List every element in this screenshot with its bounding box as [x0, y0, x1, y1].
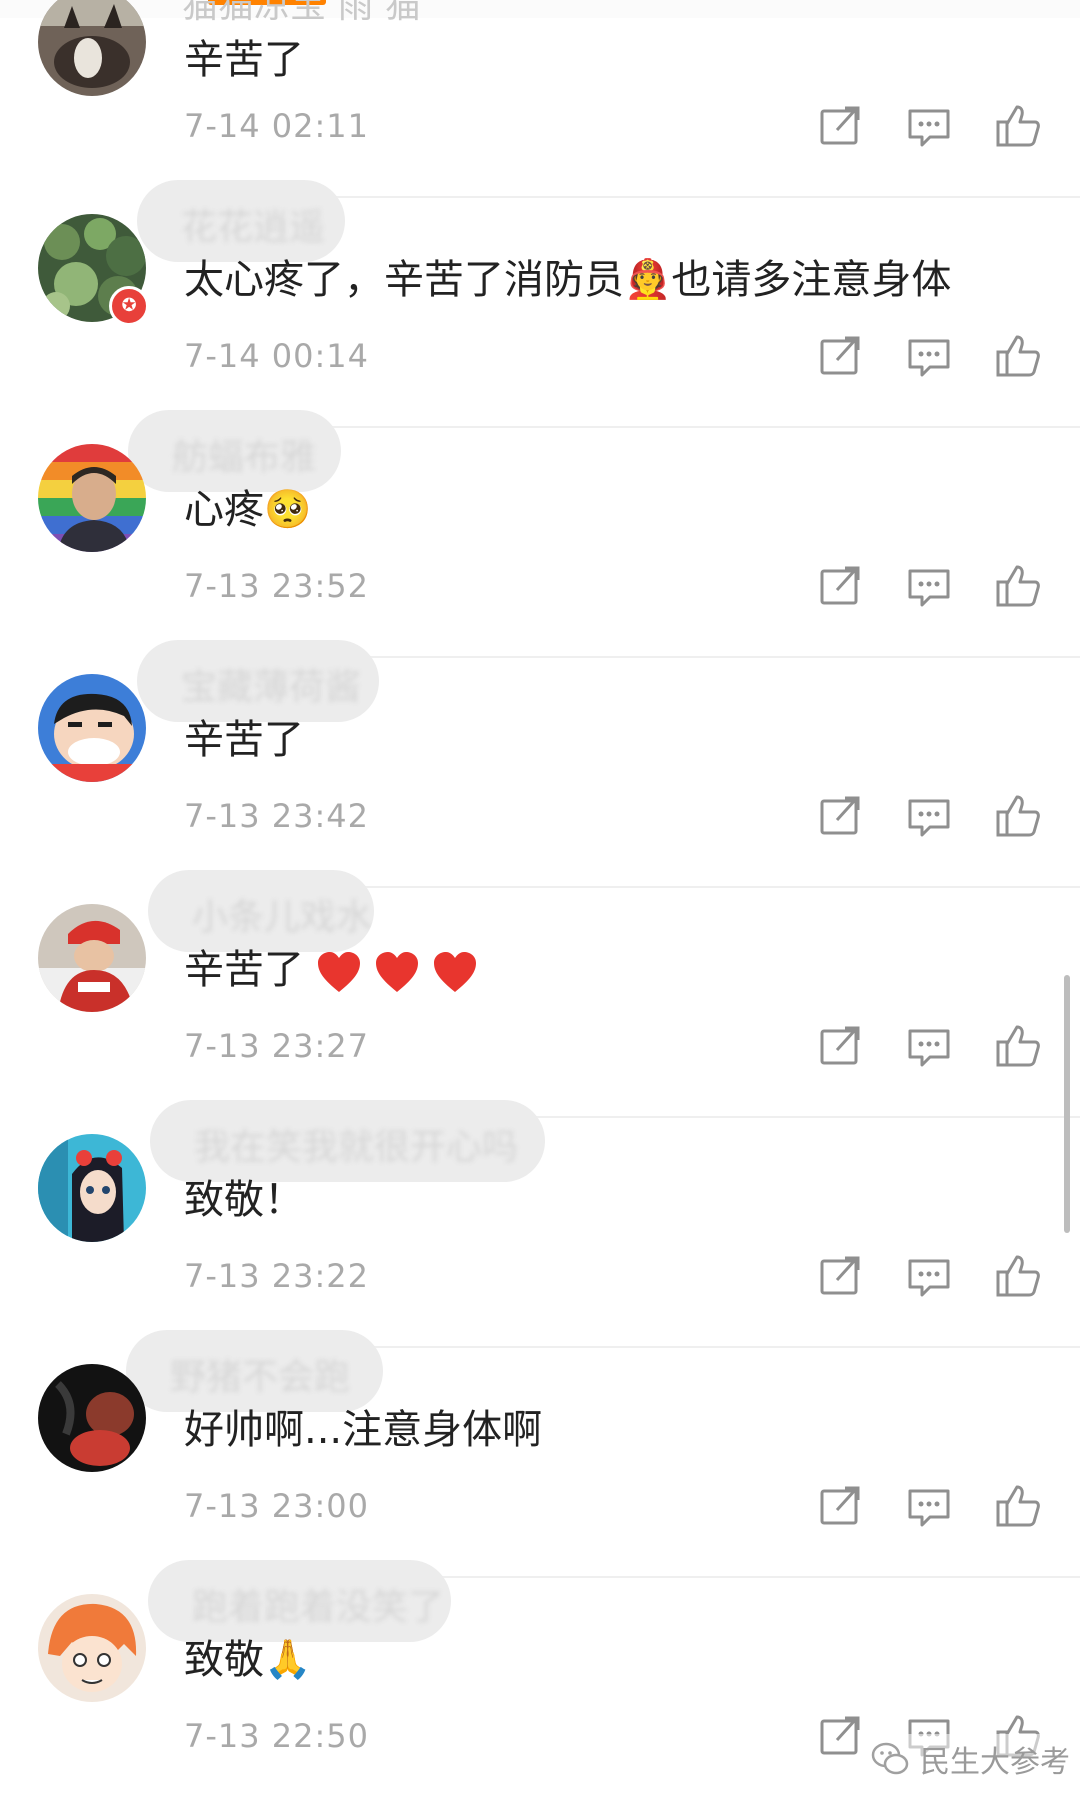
- avatar-man-rainbow: [38, 444, 146, 552]
- comment-text: 太心疼了，辛苦了消防员🧑‍🚒也请多注意身体: [184, 256, 951, 304]
- thumbs-up-icon[interactable]: [995, 793, 1041, 839]
- comment-text-part: 致敬: [184, 1637, 264, 1683]
- timestamp: 7-13 23:52: [184, 567, 370, 605]
- watermark: 民生大参考: [870, 1734, 1074, 1784]
- timestamp: 7-13 23:22: [184, 1257, 370, 1295]
- username[interactable]: 宝藏薄荷酱: [137, 640, 379, 722]
- comment-item[interactable]: 辛苦了 7-14 02:11: [0, 0, 1080, 198]
- vip-badge: ✪: [109, 286, 149, 326]
- comment-text-part: 心疼: [184, 487, 264, 533]
- username[interactable]: 舫蝠布雅: [128, 410, 341, 492]
- username[interactable]: 我在笑我就很开心吗: [150, 1100, 545, 1182]
- firefighter-emoji: 🧑‍🚒: [624, 257, 672, 301]
- repost-icon[interactable]: [817, 1713, 863, 1759]
- avatar-anime-orange-hair: [38, 1594, 146, 1702]
- thumbs-up-icon[interactable]: [995, 103, 1041, 149]
- comment-icon[interactable]: [906, 1483, 952, 1529]
- repost-icon[interactable]: [817, 1253, 863, 1299]
- avatar[interactable]: [38, 1134, 146, 1242]
- avatar[interactable]: [38, 904, 146, 1012]
- timestamp: 7-13 23:00: [184, 1487, 370, 1525]
- comment-text: 好帅啊...注意身体啊: [184, 1407, 543, 1453]
- comment-item[interactable]: 小条儿戏水 辛苦了 7-13 23:27: [0, 870, 1080, 1118]
- wechat-icon: [870, 1739, 910, 1779]
- comment-icon[interactable]: [906, 1023, 952, 1069]
- comment-text-part: 辛苦了: [184, 947, 304, 993]
- avatar[interactable]: [38, 1594, 146, 1702]
- timestamp: 7-14 02:11: [184, 107, 370, 145]
- repost-icon[interactable]: [817, 1483, 863, 1529]
- avatar[interactable]: [38, 674, 146, 782]
- repost-icon[interactable]: [817, 333, 863, 379]
- timestamp: 7-14 00:14: [184, 337, 370, 375]
- comment-icon[interactable]: [906, 793, 952, 839]
- avatar-cat: [38, 0, 146, 96]
- comment-item[interactable]: 舫蝠布雅 心疼🥺 7-13 23:52: [0, 410, 1080, 658]
- comment-text: 辛苦了: [184, 717, 304, 763]
- username[interactable]: 小条儿戏水: [148, 870, 374, 952]
- comment-item[interactable]: 野猪不会跑 好帅啊...注意身体啊 7-13 23:00: [0, 1330, 1080, 1578]
- comment-text: 辛苦了: [184, 37, 304, 83]
- comment-icon[interactable]: [906, 1253, 952, 1299]
- repost-icon[interactable]: [817, 793, 863, 839]
- watermark-text: 民生大参考: [920, 1745, 1070, 1780]
- thumbs-up-icon[interactable]: [995, 333, 1041, 379]
- username[interactable]: 跑着跑着没笑了: [148, 1560, 451, 1642]
- comment-icon[interactable]: [906, 563, 952, 609]
- avatar-dark-photo: [38, 1364, 146, 1472]
- timestamp: 7-13 23:27: [184, 1027, 370, 1065]
- comment-item[interactable]: 我在笑我就很开心吗 致敬！ 7-13 23:22: [0, 1100, 1080, 1348]
- comment-item[interactable]: 花花逍遥 ✪ 太心疼了，辛苦了消防员🧑‍🚒也请多注意身体 7-14 00:14: [0, 180, 1080, 428]
- avatar[interactable]: [38, 0, 146, 96]
- repost-icon[interactable]: [817, 563, 863, 609]
- comment-icon[interactable]: [906, 103, 952, 149]
- comment-text-part: 也请多注意身体: [671, 257, 952, 303]
- comment-text: 辛苦了: [184, 946, 478, 994]
- username[interactable]: 野猪不会跑: [126, 1330, 383, 1412]
- avatar-child-red-hat: [38, 904, 146, 1012]
- comment-list[interactable]: 辛苦了 7-14 02:11 花花逍遥 ✪ 太心: [0, 0, 1080, 1805]
- thumbs-up-icon[interactable]: [995, 1023, 1041, 1069]
- comment-text-part: 太心疼了，辛苦了消防员: [184, 257, 624, 303]
- timestamp: 7-13 23:42: [184, 797, 370, 835]
- avatar[interactable]: [38, 444, 146, 552]
- pleading-face-emoji: 🥺: [264, 487, 312, 531]
- avatar-anime-girl: [38, 1134, 146, 1242]
- comment-text: 致敬！: [184, 1177, 304, 1223]
- timestamp: 7-13 22:50: [184, 1717, 370, 1755]
- thumbs-up-icon[interactable]: [995, 1483, 1041, 1529]
- red-heart-emoji: [432, 950, 478, 994]
- folded-hands-emoji: 🙏: [264, 1637, 312, 1681]
- comment-icon[interactable]: [906, 333, 952, 379]
- comment-text: 致敬🙏: [184, 1636, 311, 1684]
- repost-icon[interactable]: [817, 103, 863, 149]
- username[interactable]: 花花逍遥: [137, 180, 345, 262]
- red-heart-emoji: [374, 950, 420, 994]
- thumbs-up-icon[interactable]: [995, 563, 1041, 609]
- scrollbar[interactable]: [1064, 975, 1070, 1233]
- comment-text: 心疼🥺: [184, 486, 311, 534]
- red-heart-emoji: [316, 950, 362, 994]
- repost-icon[interactable]: [817, 1023, 863, 1069]
- avatar[interactable]: [38, 1364, 146, 1472]
- comment-item[interactable]: 宝藏薄荷酱 辛苦了 7-13 23:42: [0, 640, 1080, 888]
- avatar-crayon-shin: [38, 674, 146, 782]
- thumbs-up-icon[interactable]: [995, 1253, 1041, 1299]
